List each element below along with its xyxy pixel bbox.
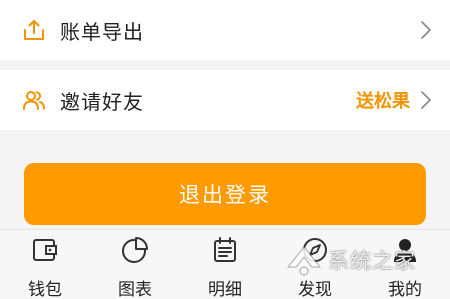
invite-reward-badge: 送松果 <box>356 91 410 112</box>
menu-label-invite: 邀请好友 <box>60 89 144 114</box>
settings-page: 账单导出 邀请好友 送松果 退出登录 钱包 图表 明细 发现 我的 系统之家 <box>0 0 450 299</box>
menu-item-export[interactable]: 账单导出 <box>0 0 450 60</box>
tab-label-wallet: 钱包 <box>28 280 62 299</box>
people-icon <box>23 91 45 110</box>
watermark-text: 系统之家 <box>328 249 416 273</box>
menu-item-invite[interactable]: 邀请好友 送松果 <box>0 70 450 130</box>
watermark-logo-icon <box>286 246 322 276</box>
tab-label-chart: 图表 <box>118 280 152 299</box>
chevron-right-icon <box>421 91 431 109</box>
watermark: 系统之家 <box>282 237 442 281</box>
wallet-icon <box>33 239 57 261</box>
calendar-icon <box>214 237 236 262</box>
upload-icon <box>24 20 44 40</box>
tab-chart[interactable]: 图表 <box>90 230 180 299</box>
chevron-right-icon <box>421 21 431 39</box>
logout-button[interactable]: 退出登录 <box>24 163 426 225</box>
tab-details[interactable]: 明细 <box>180 230 270 299</box>
pie-chart-icon <box>122 237 148 263</box>
tab-label-details: 明细 <box>208 280 242 299</box>
menu-label-export: 账单导出 <box>60 19 144 44</box>
tab-wallet[interactable]: 钱包 <box>0 230 90 299</box>
